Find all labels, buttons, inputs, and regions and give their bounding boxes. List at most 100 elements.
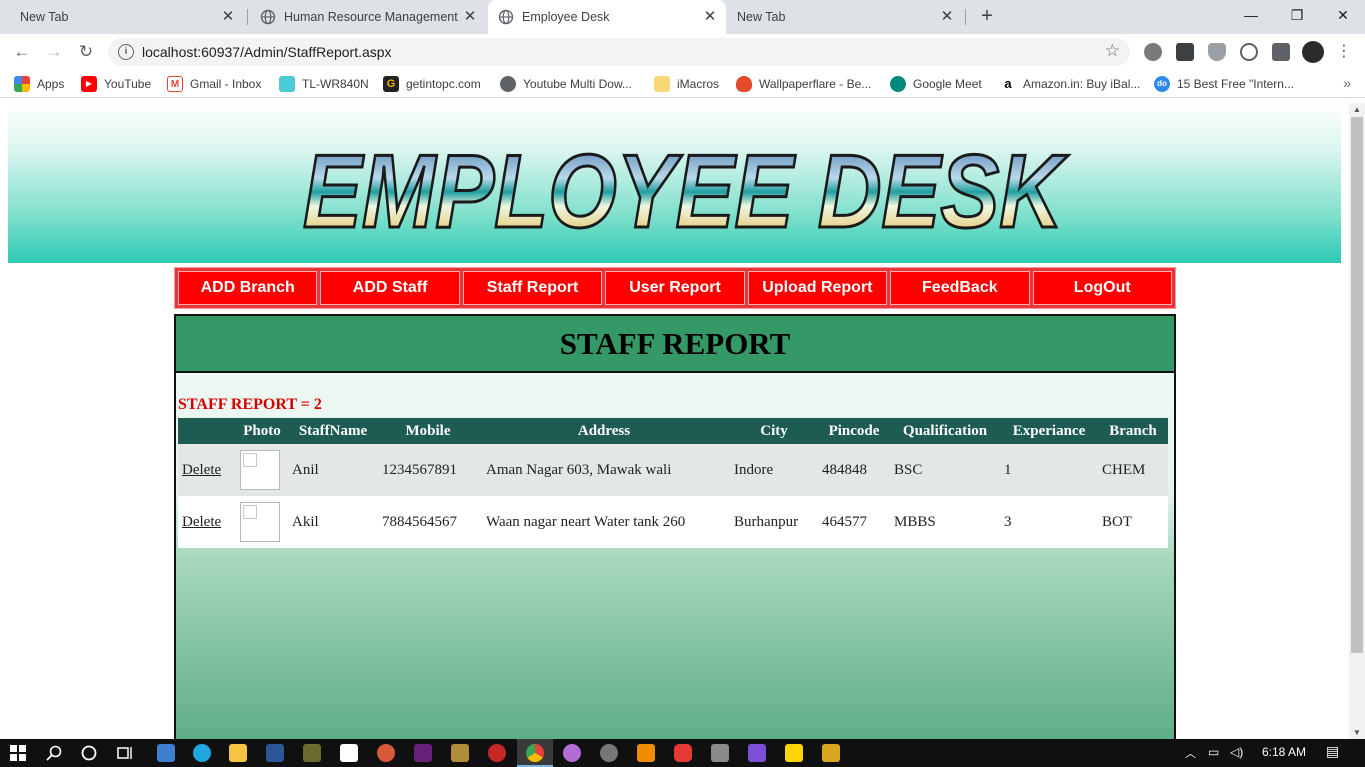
bookmarks-overflow-chevron-icon[interactable]: » <box>1343 75 1351 91</box>
bookmark-amazon[interactable]: a Amazon.in: Buy iBal... <box>1000 76 1140 92</box>
menu-user-report[interactable]: User Report <box>605 271 745 305</box>
menu-add-staff[interactable]: ADD Staff <box>320 271 460 305</box>
bookmark-imacros[interactable]: iMacros <box>654 76 719 92</box>
new-tab-plus-icon[interactable]: + <box>976 5 998 27</box>
bookmark-getintopc[interactable]: G getintopc.com <box>383 76 481 92</box>
calculator-icon[interactable] <box>711 744 729 762</box>
file-explorer-icon[interactable] <box>229 744 247 762</box>
extension-circle-icon[interactable] <box>1240 43 1258 61</box>
windows-start-icon[interactable] <box>10 745 26 761</box>
tab-new-tab-1[interactable]: New Tab ✕ <box>8 0 244 34</box>
scrollbar-thumb[interactable] <box>1351 117 1363 653</box>
bookmark-apps[interactable]: Apps <box>14 76 64 92</box>
tab-human-resource[interactable]: Human Resource Management S ✕ <box>250 0 486 34</box>
scroll-down-arrow-icon[interactable]: ▼ <box>1353 728 1361 737</box>
column-header: Experiance <box>1000 418 1098 444</box>
menu-staff-report[interactable]: Staff Report <box>462 271 603 305</box>
photo-cell <box>236 444 288 496</box>
staff-table: Photo StaffName Mobile Address City Pinc… <box>178 418 1168 548</box>
chrome-icon[interactable] <box>526 744 544 762</box>
clock-time[interactable]: 6:18 AM <box>1262 745 1306 759</box>
paint-icon[interactable] <box>377 744 395 762</box>
forward-arrow-icon[interactable]: → <box>42 40 66 64</box>
menu-upload-report[interactable]: Upload Report <box>747 271 888 305</box>
profile-avatar[interactable] <box>1302 41 1324 63</box>
bookmark-15-best-free[interactable]: do 15 Best Free "Intern... <box>1154 76 1294 92</box>
svg-text:EMPLOYEE DESK: EMPLOYEE DESK <box>303 141 1069 241</box>
bookmark-label: 15 Best Free "Intern... <box>1177 77 1294 91</box>
tab-employee-desk[interactable]: Employee Desk ✕ <box>488 0 726 34</box>
extensions-puzzle-icon[interactable] <box>1272 43 1290 61</box>
back-arrow-icon[interactable]: ← <box>10 40 34 64</box>
tool-pencil-icon[interactable] <box>822 744 840 762</box>
tab-title: New Tab <box>20 10 69 24</box>
media-icon[interactable] <box>488 744 506 762</box>
close-icon[interactable]: ✕ <box>462 9 478 25</box>
notifications-icon[interactable]: ▤ <box>1326 743 1339 760</box>
bookmark-label: iMacros <box>677 77 720 91</box>
restore-icon[interactable]: ❐ <box>1274 0 1320 30</box>
close-icon[interactable]: ✕ <box>702 9 718 25</box>
page-title: STAFF REPORT <box>559 325 791 361</box>
extension-shield-icon[interactable] <box>1208 43 1226 61</box>
visual-studio-icon[interactable] <box>414 744 432 762</box>
menu-logout[interactable]: LogOut <box>1032 271 1172 305</box>
app-red-icon[interactable] <box>674 744 692 762</box>
volume-icon[interactable]: ◁) <box>1230 745 1243 759</box>
network-icon[interactable]: ▭ <box>1208 745 1219 759</box>
window-close-icon[interactable]: ✕ <box>1320 0 1365 30</box>
tplink-icon <box>279 76 295 92</box>
bookmark-google-meet[interactable]: Google Meet <box>890 76 982 92</box>
reload-icon[interactable]: ↻ <box>74 40 98 64</box>
scroll-up-arrow-icon[interactable]: ▲ <box>1353 105 1361 114</box>
feather-icon[interactable] <box>748 744 766 762</box>
close-icon[interactable]: ✕ <box>220 9 236 25</box>
page-scrollbar[interactable]: ▲ ▼ <box>1349 103 1365 739</box>
tab-new-tab-2[interactable]: New Tab ✕ <box>727 0 963 34</box>
delete-link[interactable]: Delete <box>182 462 221 478</box>
bookmark-label: Gmail - Inbox <box>190 77 262 91</box>
url-text[interactable]: localhost:60937/Admin/StaffReport.aspx <box>142 44 392 60</box>
bookmark-star-icon[interactable]: ☆ <box>1105 41 1120 61</box>
bookmark-tplink[interactable]: TL-WR840N <box>279 76 369 92</box>
app-shortcut-icon[interactable] <box>340 744 358 762</box>
extension-cube-icon[interactable] <box>1176 43 1194 61</box>
extension-gear-icon[interactable] <box>1144 43 1162 61</box>
task-view-icon[interactable] <box>117 745 133 761</box>
broken-image-icon <box>240 450 280 490</box>
gmail-icon: M <box>167 76 183 92</box>
menu-add-branch[interactable]: ADD Branch <box>178 271 318 305</box>
table-header-row: Photo StaffName Mobile Address City Pinc… <box>178 418 1168 444</box>
flame-icon <box>736 76 752 92</box>
search-icon[interactable] <box>46 745 62 761</box>
winrar-icon[interactable] <box>303 744 321 762</box>
minimize-icon[interactable]: — <box>1228 0 1274 30</box>
cortana-circle-icon[interactable] <box>81 745 97 761</box>
bookmark-gmail[interactable]: M Gmail - Inbox <box>167 76 261 92</box>
bookmark-label: TL-WR840N <box>302 77 369 91</box>
qualification-cell: BSC <box>890 444 1000 496</box>
bookmark-youtube-multi[interactable]: Youtube Multi Dow... <box>500 76 632 92</box>
city-cell: Burhanpur <box>730 496 818 548</box>
internet-explorer-icon[interactable] <box>193 744 211 762</box>
settings-icon[interactable] <box>600 744 618 762</box>
tools-icon[interactable] <box>451 744 469 762</box>
site-info-icon[interactable]: i <box>118 44 134 60</box>
sticky-notes-icon[interactable] <box>785 744 803 762</box>
color-picker-icon[interactable] <box>563 744 581 762</box>
close-icon[interactable]: ✕ <box>939 9 955 25</box>
menu-kebab-icon[interactable]: ⋮ <box>1332 40 1356 64</box>
vlc-icon[interactable] <box>637 744 655 762</box>
menu-feedback[interactable]: FeedBack <box>890 271 1030 305</box>
delete-link[interactable]: Delete <box>182 514 221 530</box>
bookmark-youtube[interactable]: ▶ YouTube <box>81 76 151 92</box>
getintopc-icon: G <box>383 76 399 92</box>
address-bar[interactable]: i localhost:60937/Admin/StaffReport.aspx… <box>108 38 1130 66</box>
page-viewport: EMPLOYEE DESK ADD Branch ADD Staff Staff… <box>0 103 1349 739</box>
apps-grid-icon <box>14 76 30 92</box>
bookmark-wallpaperflare[interactable]: Wallpaperflare - Be... <box>736 76 871 92</box>
pincode-cell: 484848 <box>818 444 890 496</box>
word-icon[interactable] <box>266 744 284 762</box>
notepad-taskbar-icon[interactable] <box>157 744 175 762</box>
tray-chevron-up-icon[interactable]: ︿ <box>1185 745 1196 761</box>
